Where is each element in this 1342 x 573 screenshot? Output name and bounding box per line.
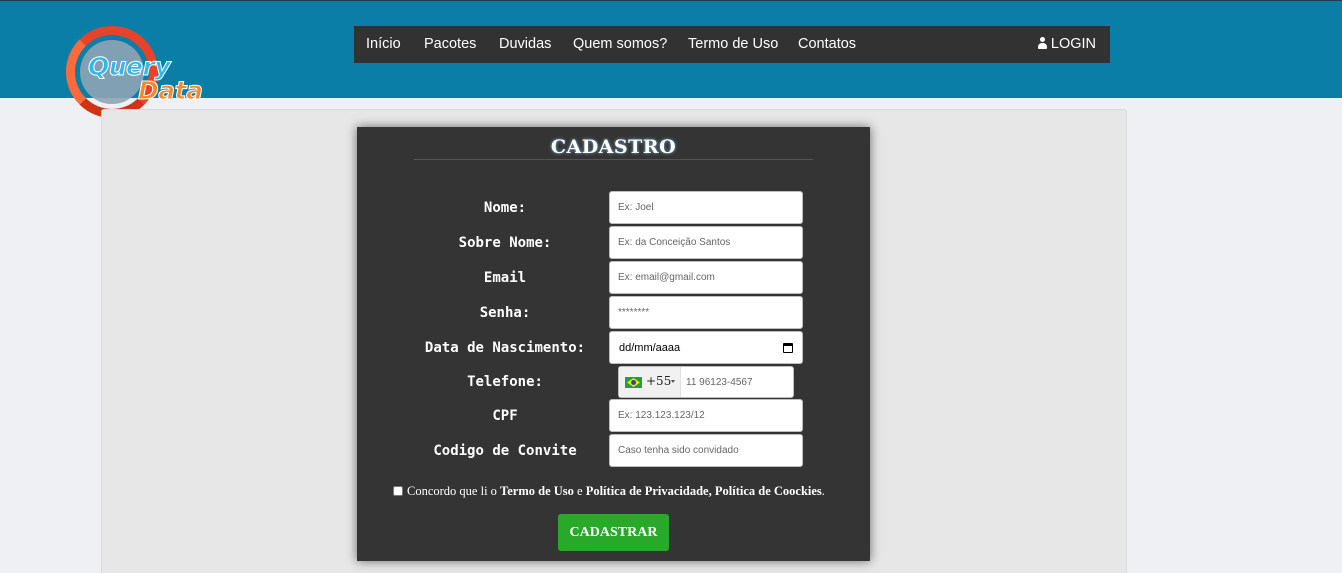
cookies-link[interactable]: Política de Coockies [715, 484, 822, 498]
label-convite: Codigo de Convite [433, 443, 577, 459]
email-input[interactable] [609, 261, 803, 294]
label-senha: Senha: [479, 305, 531, 321]
telefone-field: +55 [618, 366, 794, 398]
chevron-down-icon [671, 380, 675, 383]
terms-agreement: Concordo que li o Termo de Uso e Polític… [393, 484, 825, 499]
logo-word-data: Data [137, 76, 203, 106]
agree-suffix: . [821, 484, 825, 498]
country-code-select[interactable]: +55 [619, 367, 681, 397]
title-divider [414, 159, 813, 160]
nav-contatos[interactable]: Contatos [798, 26, 856, 63]
senha-input[interactable] [609, 296, 803, 329]
label-email: Email [483, 270, 527, 286]
calendar-icon[interactable] [783, 343, 793, 353]
nome-input[interactable] [609, 191, 803, 224]
label-nascimento: Data de Nascimento: [424, 340, 586, 356]
date-value: dd/mm/aaaa [619, 342, 681, 354]
agree-checkbox[interactable] [393, 486, 403, 496]
cadastrar-button[interactable]: CADASTRAR [558, 514, 669, 551]
telefone-input[interactable] [683, 367, 791, 397]
main-nav: Início Pacotes Duvidas Quem somos? Termo… [354, 26, 1110, 63]
privacy-link[interactable]: Política de Privacidade, [586, 484, 712, 498]
login-label: LOGIN [1050, 36, 1096, 52]
query-data-logo[interactable]: Query Data [66, 24, 216, 122]
terms-link[interactable]: Termo de Uso [500, 484, 574, 498]
dial-code: +55 [646, 374, 672, 388]
label-cpf: CPF [492, 408, 518, 424]
agree-and: e [573, 484, 586, 498]
convite-input[interactable] [609, 434, 803, 467]
form-title: CADASTRO [550, 136, 677, 158]
nascimento-date-input[interactable]: dd/mm/aaaa [609, 331, 803, 364]
nav-pacotes[interactable]: Pacotes [424, 26, 476, 63]
nav-duvidas[interactable]: Duvidas [499, 26, 551, 63]
sobrenome-input[interactable] [609, 226, 803, 259]
label-telefone: Telefone: [467, 374, 543, 390]
login-link[interactable]: LOGIN [1037, 26, 1096, 63]
agree-prefix: Concordo que li o [407, 484, 501, 498]
nav-quem-somos[interactable]: Quem somos? [573, 26, 667, 63]
label-nome: Nome: [483, 200, 527, 216]
nav-inicio[interactable]: Início [366, 26, 401, 63]
nav-termo-de-uso[interactable]: Termo de Uso [688, 26, 778, 63]
label-sobrenome: Sobre Nome: [458, 235, 552, 251]
user-icon [1037, 37, 1048, 49]
brazil-flag-icon [625, 377, 642, 388]
cpf-input[interactable] [609, 399, 803, 432]
